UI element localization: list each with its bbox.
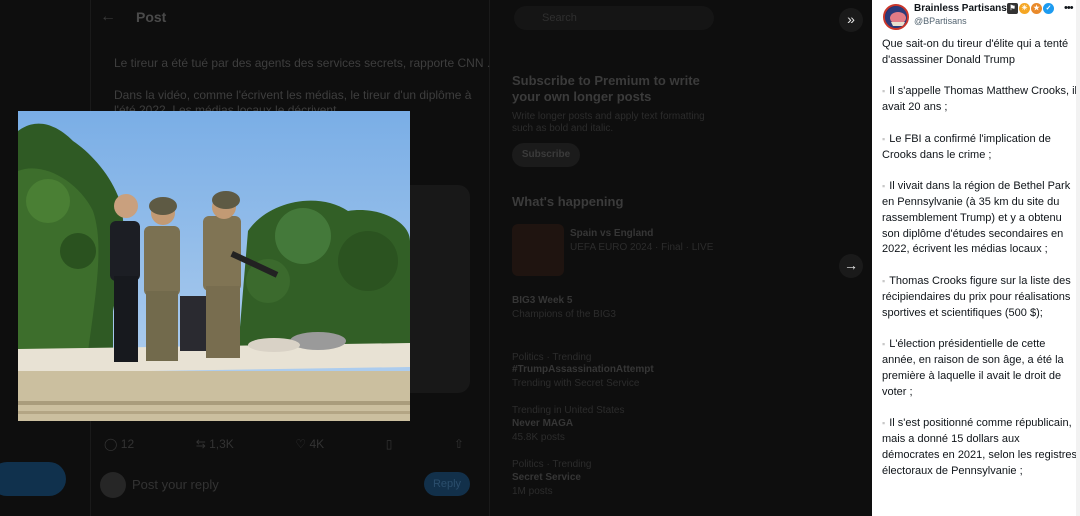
trend-name[interactable]: #TrumpAssassinationAttempt [512, 364, 654, 375]
trend-count: 1M posts [512, 486, 553, 497]
right-sidebar: Search Subscribe to Premium to write you… [504, 0, 732, 516]
tweet-bullet: ▪ Il s'est positionné comme républicain, … [882, 417, 1078, 477]
brain-logo-icon [885, 6, 907, 28]
like-icon[interactable]: ♡ 4K [295, 437, 324, 451]
reply-button[interactable]: Reply [424, 472, 470, 496]
star-badge-icon: ★ [1031, 3, 1042, 14]
reply-input[interactable]: Post your reply [132, 477, 219, 492]
avatar [100, 472, 126, 498]
verified-icon: ✓ [1043, 3, 1054, 14]
tweet-intro: Que sait-on du tireur d'élite qui a tent… [882, 38, 1069, 66]
tweet-body: Que sait-on du tireur d'élite qui a tent… [882, 37, 1078, 495]
avatar[interactable] [883, 4, 909, 30]
whats-happening-heading: What's happening [512, 194, 624, 209]
post-actions: ◯ 12 ⇆ 1,3K ♡ 4K ▯ ⇧ [104, 437, 464, 451]
trend-name[interactable]: Secret Service [512, 472, 581, 483]
trend-count: Trending with Secret Service [512, 378, 640, 389]
trend-meta: Politics · Trending [512, 352, 592, 363]
tweet-panel: Brainless Partisans ⚑ ☀ ★ ✓ @BPartisans … [872, 0, 1080, 516]
bullet-icon: ▪ [882, 339, 886, 350]
search-input[interactable]: Search [514, 6, 714, 30]
media-photo[interactable] [18, 111, 410, 421]
trend-card-title[interactable]: Spain vs England [570, 228, 653, 239]
tweet-bullet: ▪ Le FBI a confirmé l'implication de Croo… [882, 132, 1051, 161]
trend-count: Champions of the BIG3 [512, 309, 616, 320]
trend-count: 45.8K posts [512, 432, 565, 443]
post-text-line: Le tireur a été tué par des agents des s… [114, 56, 491, 70]
page-title: Post [136, 9, 167, 25]
bookmark-icon[interactable]: ▯ [386, 437, 393, 451]
flag-icon: ⚑ [1007, 3, 1018, 14]
trend-name[interactable]: BIG3 Week 5 [512, 295, 572, 306]
collapse-panel-icon[interactable]: » [839, 8, 863, 32]
back-arrow-icon[interactable]: ← [100, 8, 116, 26]
bullet-icon: ▪ [882, 418, 886, 429]
post-text-line: Dans la vidéo, comme l'écrivent les médi… [114, 88, 472, 102]
tweet-bullet: ▪ L'élection présidentielle de cette anné… [882, 338, 1064, 398]
bullet-icon: ▪ [882, 133, 886, 144]
bullet-icon: ▪ [882, 275, 886, 286]
bullet-icon: ▪ [882, 181, 886, 192]
share-icon[interactable]: ⇧ [454, 437, 464, 451]
tweet-bullet: ▪ Il vivait dans la région de Bethel Park… [882, 180, 1071, 256]
author-handle[interactable]: @BPartisans [914, 16, 967, 26]
trend-card-sub: UEFA EURO 2024 · Final · LIVE [570, 242, 714, 253]
bullet-icon: ▪ [882, 86, 886, 97]
sun-badge-icon: ☀ [1019, 3, 1030, 14]
repost-icon[interactable]: ⇆ 1,3K [196, 437, 234, 451]
post-media [410, 185, 470, 393]
subscribe-title: Subscribe to Premium to write your own l… [512, 73, 700, 104]
trend-meta: Trending in United States [512, 405, 625, 416]
tweet-bullet: ▪ Thomas Crooks figure sur la liste des r… [882, 274, 1071, 319]
tweet-bullet: ▪ Il s'appelle Thomas Matthew Crooks, il … [882, 85, 1077, 114]
author-badges: ⚑ ☀ ★ ✓ [1007, 3, 1054, 14]
trend-thumbnail [512, 224, 564, 276]
author-name[interactable]: Brainless Partisans [914, 3, 1007, 14]
trend-meta: Politics · Trending [512, 459, 592, 470]
scrollbar[interactable] [1076, 0, 1080, 516]
next-media-icon[interactable]: → [839, 254, 863, 278]
subscribe-button[interactable]: Subscribe [512, 143, 580, 167]
rooftop-photo-image [18, 111, 410, 421]
reply-icon[interactable]: ◯ 12 [104, 437, 134, 451]
more-icon[interactable]: ••• [1064, 2, 1074, 14]
post-button[interactable] [0, 462, 66, 496]
subscribe-text: Write longer posts and apply text format… [512, 111, 705, 134]
reply-composer: Post your reply Reply [100, 470, 470, 500]
trend-name[interactable]: Never MAGA [512, 418, 573, 429]
